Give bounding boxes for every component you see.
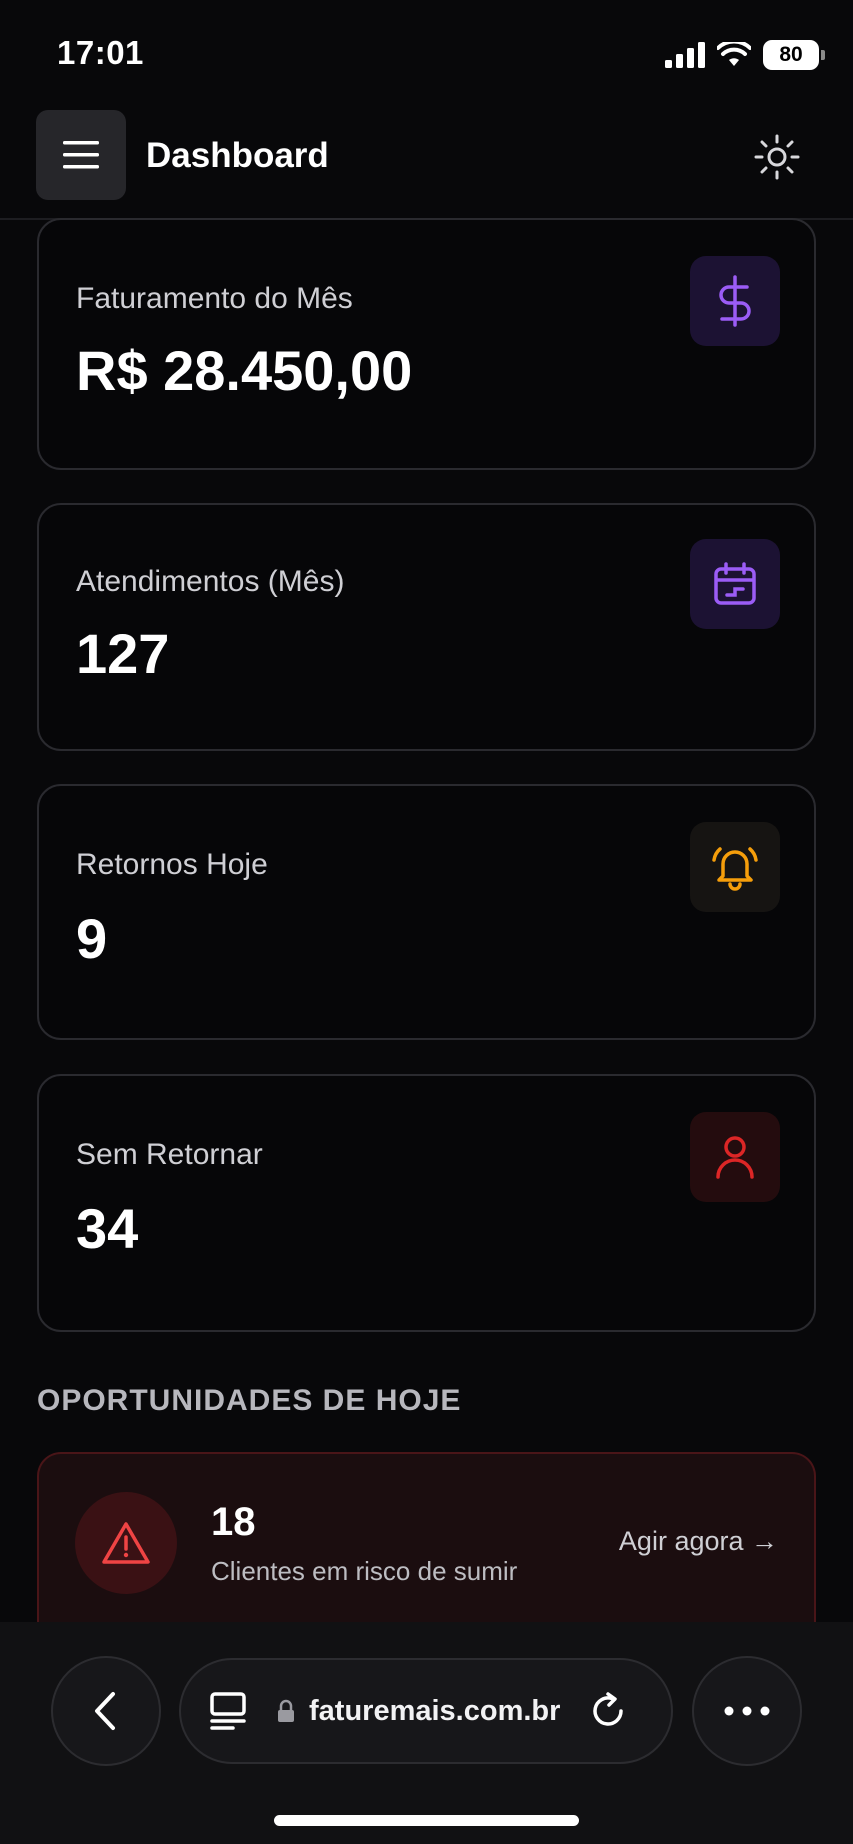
home-indicator xyxy=(274,1815,579,1826)
address-bar[interactable]: faturemais.com.br xyxy=(179,1658,673,1764)
card-label: Faturamento do Mês xyxy=(76,282,353,315)
reload-icon[interactable] xyxy=(588,1691,628,1731)
card-icon-wrap xyxy=(690,1112,780,1202)
alert-description: Clientes em risco de sumir xyxy=(211,1556,518,1586)
url-text: faturemais.com.br xyxy=(309,1694,561,1727)
back-button[interactable] xyxy=(51,1656,161,1766)
card-label: Atendimentos (Mês) xyxy=(76,565,345,598)
section-title-oportunidades: OPORTUNIDADES DE HOJE xyxy=(37,1384,462,1417)
calendar-icon xyxy=(714,562,756,605)
dollar-icon xyxy=(719,275,751,327)
more-button[interactable] xyxy=(692,1656,802,1766)
alert-icon-wrap xyxy=(75,1492,177,1594)
card-icon-wrap xyxy=(690,539,780,629)
signal-icon xyxy=(665,42,705,68)
wifi-icon xyxy=(717,42,751,66)
battery-indicator: 80 xyxy=(763,40,825,70)
card-value: R$ 28.450,00 xyxy=(76,339,413,402)
sun-icon xyxy=(754,134,800,180)
status-time: 17:01 xyxy=(57,34,144,71)
alert-card-risco[interactable]: 18 Clientes em risco de sumir Agir agora… xyxy=(37,1452,816,1632)
card-label: Retornos Hoje xyxy=(76,848,268,881)
user-icon xyxy=(716,1136,754,1179)
bell-icon xyxy=(712,847,758,891)
hamburger-icon xyxy=(63,141,99,169)
status-icons: 80 xyxy=(665,38,825,72)
more-icon xyxy=(724,1706,770,1716)
card-faturamento[interactable]: Faturamento do Mês R$ 28.450,00 xyxy=(37,218,816,470)
act-now-link[interactable]: Agir agora → xyxy=(619,1526,778,1557)
page-title: Dashboard xyxy=(146,136,329,175)
card-retornos-hoje[interactable]: Retornos Hoje 9 xyxy=(37,784,816,1040)
menu-button[interactable] xyxy=(36,110,126,200)
card-icon-wrap xyxy=(690,256,780,346)
card-icon-wrap xyxy=(690,822,780,912)
warning-icon xyxy=(102,1522,150,1564)
card-sem-retornar[interactable]: Sem Retornar 34 xyxy=(37,1074,816,1332)
card-value: 9 xyxy=(76,907,108,970)
card-label: Sem Retornar xyxy=(76,1138,263,1171)
card-value: 34 xyxy=(76,1197,139,1260)
card-atendimentos[interactable]: Atendimentos (Mês) 127 xyxy=(37,503,816,751)
tabs-icon xyxy=(210,1692,246,1730)
alert-count: 18 xyxy=(211,1500,256,1544)
theme-toggle-button[interactable] xyxy=(750,130,804,184)
top-header xyxy=(0,104,853,220)
lock-icon xyxy=(278,1699,294,1722)
card-value: 127 xyxy=(76,622,170,685)
chevron-left-icon xyxy=(95,1692,115,1730)
